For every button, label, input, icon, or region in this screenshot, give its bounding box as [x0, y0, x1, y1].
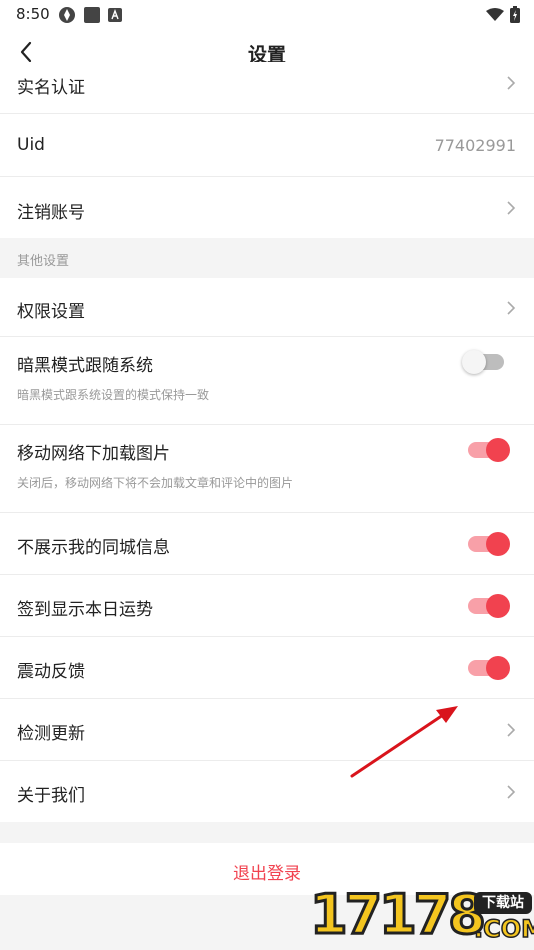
chevron-right-icon — [507, 201, 516, 215]
dark-mode-toggle[interactable] — [462, 350, 504, 374]
watermark-logo: 17178 下载站 .COM — [308, 882, 534, 950]
vibration-feedback-toggle[interactable] — [468, 656, 510, 680]
row-check-update[interactable]: 检测更新 — [0, 699, 534, 761]
status-icons-right — [486, 6, 520, 23]
battery-charging-icon — [510, 6, 520, 23]
watermark-suffix: .COM — [473, 914, 534, 944]
row-label: Uid — [17, 135, 45, 155]
row-label: 暗黑模式跟随系统 — [17, 356, 153, 376]
logout-label: 退出登录 — [233, 864, 301, 884]
wifi-icon — [486, 7, 504, 21]
row-label: 移动网络下加载图片 — [17, 444, 170, 464]
row-vibration-feedback: 震动反馈 — [0, 637, 534, 699]
row-permission-settings[interactable]: 权限设置 — [0, 278, 534, 337]
row-label: 震动反馈 — [17, 662, 85, 682]
chevron-right-icon — [507, 301, 516, 315]
row-label: 权限设置 — [17, 302, 85, 322]
row-label: 注销账号 — [17, 203, 85, 223]
account-settings-group: 实名认证 Uid 77402991 注销账号 — [0, 62, 534, 238]
square-icon — [84, 7, 100, 23]
section-header-label: 其他设置 — [17, 254, 70, 269]
row-label: 实名认证 — [17, 78, 85, 98]
row-about-us[interactable]: 关于我们 — [0, 761, 534, 822]
row-real-name-verification[interactable]: 实名认证 — [0, 62, 534, 114]
row-label: 检测更新 — [17, 724, 85, 744]
row-dark-mode-follow-system: 暗黑模式跟随系统 暗黑模式跟系统设置的模式保持一致 — [0, 337, 534, 425]
row-label: 不展示我的同城信息 — [17, 538, 170, 558]
row-label: 签到显示本日运势 — [17, 600, 153, 620]
chevron-right-icon — [507, 723, 516, 737]
watermark-digits: 17178 — [309, 882, 488, 947]
chevron-right-icon — [507, 76, 516, 90]
status-time: 8:50 — [16, 5, 50, 23]
status-bar: 8:50 — [0, 0, 534, 30]
chevron-right-icon — [507, 785, 516, 799]
uid-value: 77402991 — [434, 136, 516, 155]
hide-local-info-toggle[interactable] — [468, 532, 510, 556]
row-uid: Uid 77402991 — [0, 114, 534, 177]
a-icon — [108, 8, 122, 22]
row-description: 关闭后，移动网络下将不会加载文章和评论中的图片 — [17, 476, 294, 490]
checkin-fortune-toggle[interactable] — [468, 594, 510, 618]
section-header-other-settings: 其他设置 — [0, 238, 534, 278]
row-cancel-account[interactable]: 注销账号 — [0, 177, 534, 238]
row-label: 关于我们 — [17, 786, 85, 806]
other-settings-group: 权限设置 暗黑模式跟随系统 暗黑模式跟系统设置的模式保持一致 移动网络下加载图片… — [0, 278, 534, 822]
row-hide-local-info: 不展示我的同城信息 — [0, 513, 534, 575]
row-checkin-fortune: 签到显示本日运势 — [0, 575, 534, 637]
row-description: 暗黑模式跟系统设置的模式保持一致 — [17, 388, 210, 402]
row-load-images-mobile: 移动网络下加载图片 关闭后，移动网络下将不会加载文章和评论中的图片 — [0, 425, 534, 513]
load-images-toggle[interactable] — [468, 438, 510, 462]
status-icons-left — [58, 6, 122, 24]
settings-icon — [59, 7, 75, 23]
watermark-badge: 下载站 — [474, 892, 532, 914]
